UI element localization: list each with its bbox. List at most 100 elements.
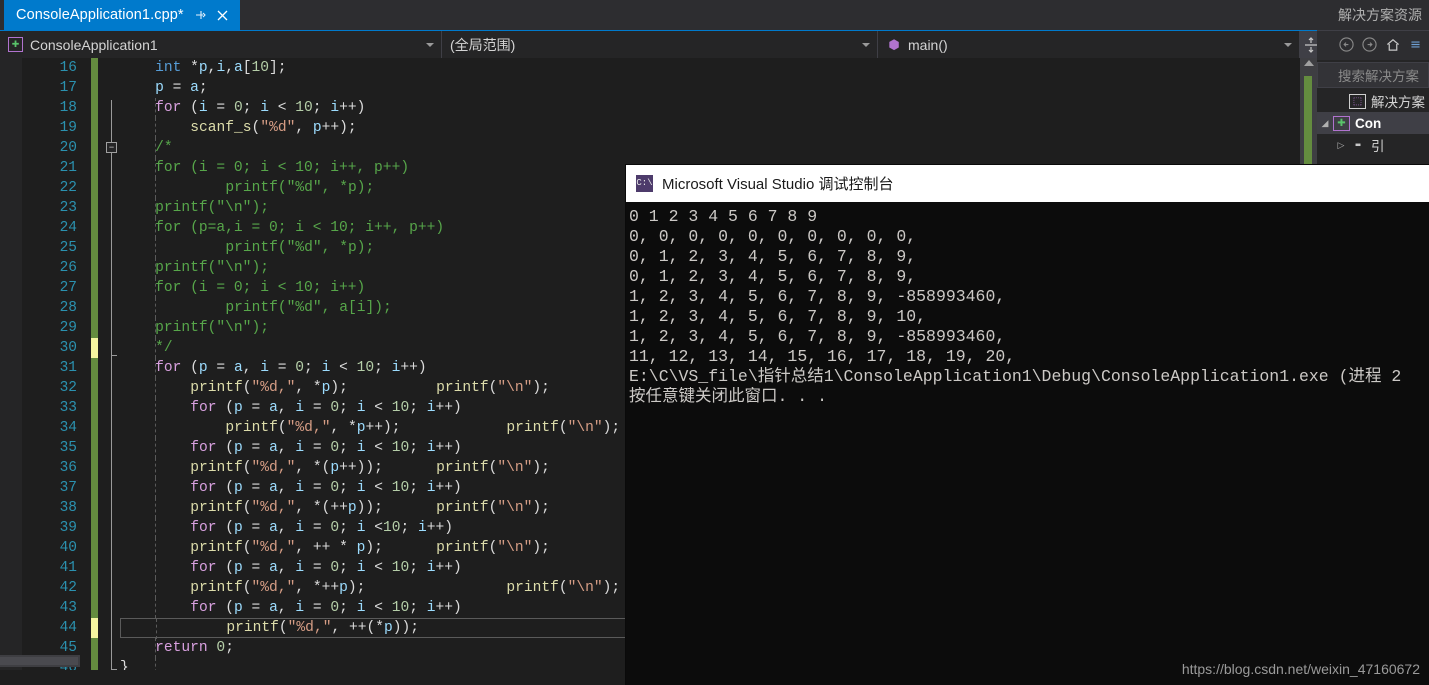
indent-guide — [155, 298, 157, 318]
home-icon[interactable] — [1385, 37, 1401, 55]
code-line[interactable]: scanf_s("%d", p++); — [120, 118, 1300, 138]
code-token: "%d," — [287, 620, 332, 636]
refresh-icon[interactable] — [1409, 37, 1422, 55]
code-token: = — [304, 560, 331, 576]
code-token: printf — [190, 540, 243, 556]
code-token: ; — [339, 520, 357, 536]
expander-icon[interactable]: ▷ — [1333, 140, 1349, 151]
code-token: printf — [436, 460, 489, 476]
code-token: p — [234, 560, 243, 576]
code-token: [ — [242, 60, 252, 76]
code-text-trailing: printf("\n"); — [436, 458, 550, 478]
code-token: i — [216, 60, 226, 76]
code-token: 0 — [330, 440, 340, 456]
code-token: ); — [532, 380, 550, 396]
code-text: for (p = a, i = 0; i < 10; i++) — [120, 438, 462, 458]
change-bar-segment — [91, 618, 98, 638]
code-token: p — [234, 440, 243, 456]
code-token: = — [242, 560, 270, 576]
change-bar-segment — [91, 98, 98, 118]
solution-explorer-item[interactable]: ▷ ▪▪ 引 — [1317, 134, 1429, 156]
solution-explorer-search-input[interactable]: 搜索解决方案 — [1317, 62, 1429, 88]
code-text: */ — [120, 338, 173, 358]
code-token: printf("\n"); — [155, 320, 269, 336]
scroll-up-icon[interactable] — [1303, 60, 1314, 66]
code-token: ++) — [435, 400, 462, 416]
code-line[interactable]: p = a; — [120, 78, 1300, 98]
code-token: for — [190, 480, 217, 496]
code-token: 0 — [330, 480, 340, 496]
change-bar-segment — [91, 318, 98, 338]
code-token: ; — [409, 560, 427, 576]
fold-collapse-icon[interactable]: − — [106, 142, 117, 153]
code-token: for — [190, 440, 217, 456]
code-token: printf("%d", *p); — [225, 240, 375, 256]
solution-explorer-tree[interactable]: ⬚ 解决方案 ◢ ✚ Con ▷ ▪▪ 引 — [1317, 90, 1429, 156]
indent-guide — [155, 118, 157, 138]
change-bar-segment — [91, 398, 98, 418]
code-token: for — [155, 360, 182, 376]
navbar-project-dropdown[interactable]: ✚ ConsoleApplication1 — [0, 31, 442, 58]
change-bar-segment — [91, 238, 98, 258]
code-token: int — [155, 60, 182, 76]
code-line[interactable]: for (i = 0; i < 10; i++) — [120, 98, 1300, 118]
editor-hscroll-thumb[interactable] — [0, 657, 78, 665]
code-token: ( — [278, 620, 288, 636]
code-token: printf — [506, 420, 559, 436]
line-number: 38 — [59, 500, 77, 516]
code-text: printf("%d,", *p++); — [120, 418, 400, 438]
code-token: a — [190, 80, 199, 96]
editor-tab-consoleapplication1-cpp[interactable]: ConsoleApplication1.cpp* — [4, 0, 240, 30]
editor-selection-margin[interactable] — [0, 58, 22, 670]
indent-guide — [155, 558, 157, 578]
navbar-scope-dropdown[interactable]: (全局范围) — [442, 31, 878, 58]
code-token: "\n" — [567, 420, 603, 436]
expander-icon[interactable]: ◢ — [1317, 118, 1333, 129]
code-token: p — [330, 460, 340, 476]
code-token: p — [347, 500, 357, 516]
project-icon: ✚ — [8, 37, 23, 52]
code-token: i — [418, 520, 427, 536]
code-token: "\n" — [497, 380, 533, 396]
line-number: 40 — [59, 540, 77, 556]
change-bar-segment — [91, 578, 98, 598]
code-token: i — [295, 440, 305, 456]
code-token: printf — [436, 380, 489, 396]
code-token: ( — [242, 380, 252, 396]
indent-guide — [155, 358, 157, 378]
code-token: printf — [436, 500, 489, 516]
editor-outlining-margin[interactable]: − — [104, 58, 120, 670]
code-text-trailing: printf("\n"); — [436, 498, 550, 518]
code-token: ; — [242, 100, 261, 116]
close-icon[interactable] — [216, 7, 230, 23]
code-token: printf("%d", *p); — [225, 180, 375, 196]
code-line[interactable]: /* — [120, 138, 1300, 158]
back-icon[interactable] — [1339, 36, 1354, 55]
change-bar-segment — [91, 358, 98, 378]
code-token: p — [234, 520, 243, 536]
visual-studio-window: ConsoleApplication1.cpp* ✚ ConsoleApplic… — [0, 0, 1429, 685]
solution-explorer-item[interactable]: ⬚ 解决方案 — [1317, 90, 1429, 112]
solution-explorer-item[interactable]: ◢ ✚ Con — [1317, 112, 1429, 134]
code-token: ++) — [435, 440, 462, 456]
console-output-line: 按任意键关闭此窗口. . . — [629, 387, 828, 406]
line-number: 41 — [59, 560, 77, 576]
code-token: , — [242, 360, 261, 376]
code-line[interactable]: int *p,i,a[10]; — [120, 58, 1300, 78]
editor-horizontal-scrollbar[interactable] — [0, 655, 80, 667]
code-token: ; — [225, 640, 234, 656]
debug-console-window[interactable]: C:\ Microsoft Visual Studio 调试控制台 0 1 2 … — [626, 165, 1429, 685]
navbar-member-dropdown[interactable]: ⬢ main() — [878, 31, 1300, 58]
line-number: 20 — [59, 140, 77, 156]
pin-icon[interactable] — [193, 7, 207, 23]
change-bar-segment — [91, 198, 98, 218]
line-number: 21 — [59, 160, 77, 176]
code-token: )); — [356, 500, 383, 516]
forward-icon[interactable] — [1362, 36, 1377, 55]
code-token: printf("\n"); — [155, 200, 269, 216]
line-number: 29 — [59, 320, 77, 336]
tab-bar: ConsoleApplication1.cpp* — [0, 0, 1429, 30]
indent-guide — [155, 398, 157, 418]
code-token: a — [269, 520, 278, 536]
console-title-bar[interactable]: C:\ Microsoft Visual Studio 调试控制台 — [626, 165, 1429, 202]
